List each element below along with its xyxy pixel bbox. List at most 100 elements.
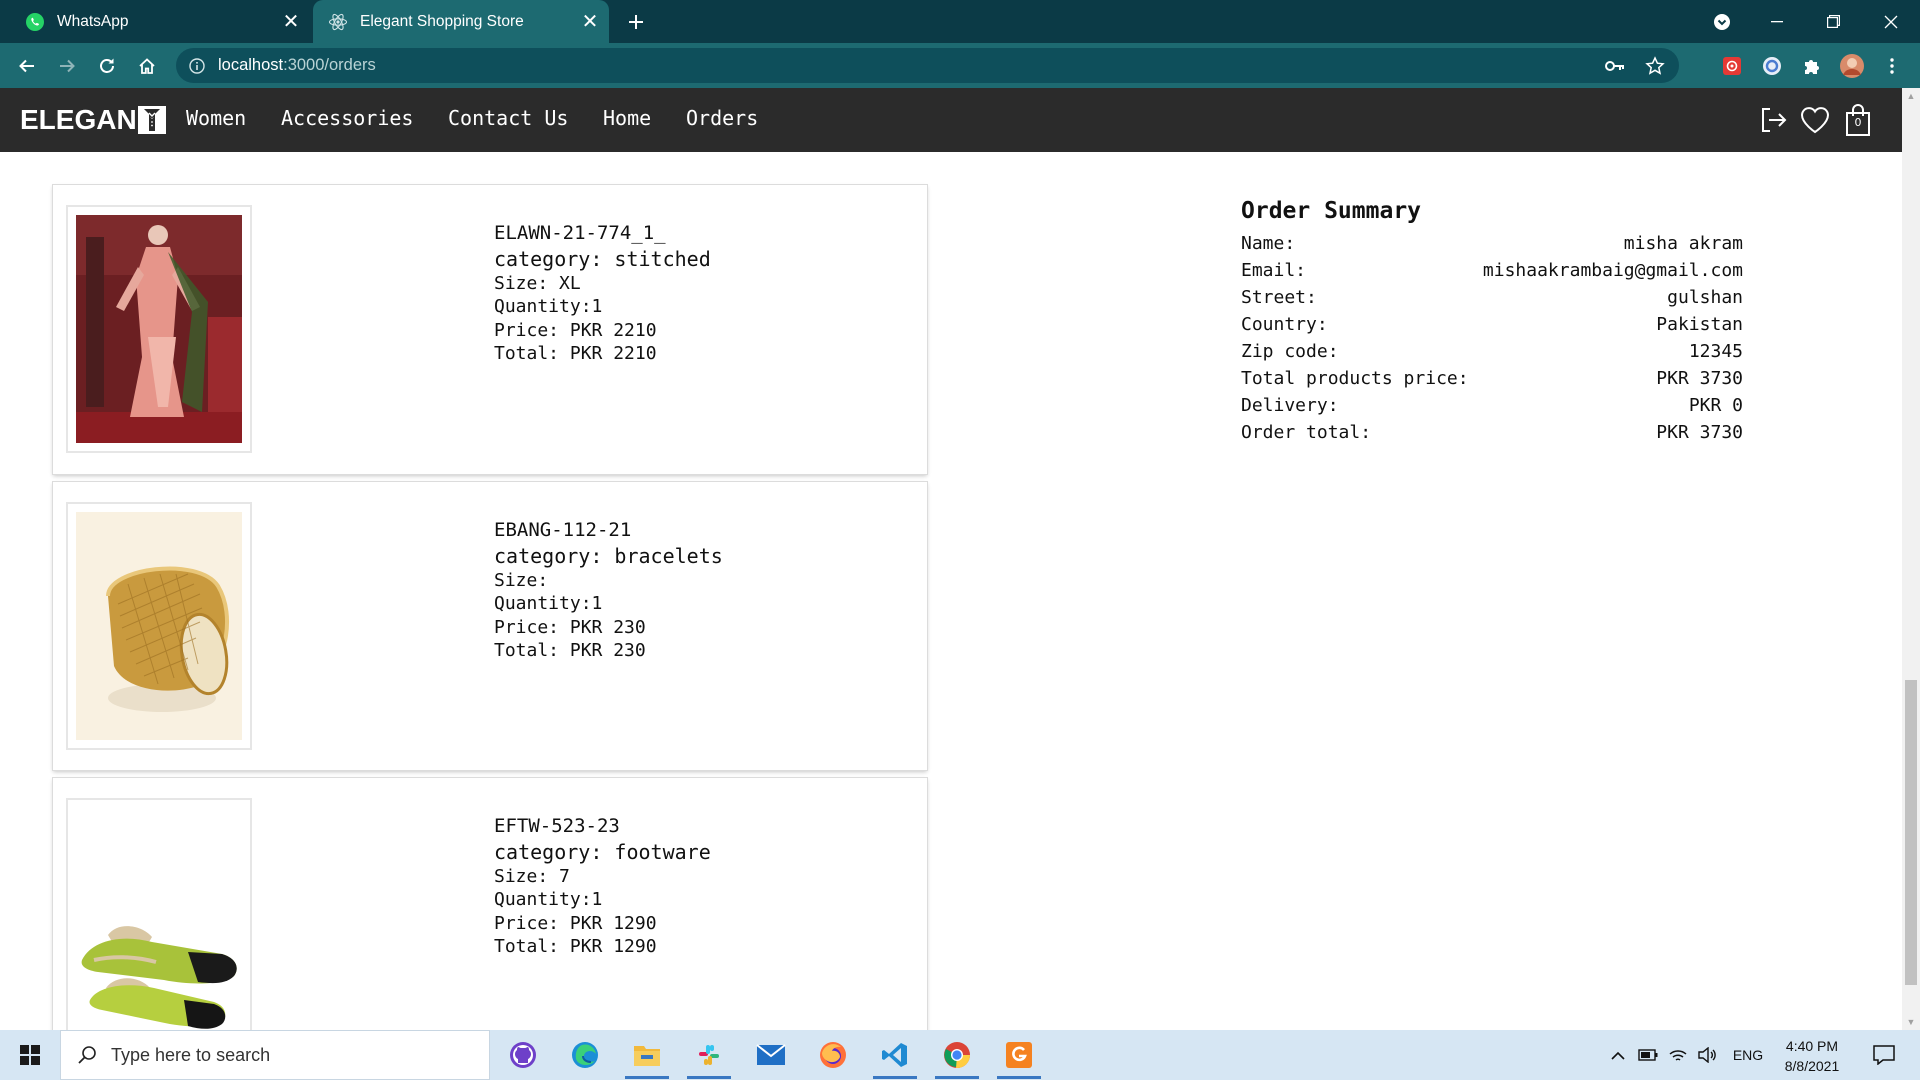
product-size: Size: XL	[494, 272, 581, 294]
windows-taskbar: Type here to search ENG 4:40 PM 8/8/2021	[0, 1030, 1920, 1080]
scroll-down-arrow-icon[interactable]: ▼	[1902, 1014, 1920, 1030]
vscode-icon[interactable]	[867, 1030, 923, 1080]
product-code: EBANG-112-21	[494, 519, 632, 541]
restore-icon[interactable]	[1810, 0, 1856, 43]
product-price: Price: PKR 1290	[494, 912, 657, 934]
summary-row-street: Street: gulshan	[1241, 284, 1743, 311]
summary-value: PKR 3730	[1656, 422, 1743, 443]
close-tab-icon[interactable]: ✕	[278, 9, 304, 35]
react-icon	[327, 11, 349, 33]
product-image-dress[interactable]	[66, 205, 252, 453]
nav-link-women[interactable]: Women	[186, 106, 246, 130]
order-item-card: ELAWN-21-774_1_ category: stitched Size:…	[53, 185, 927, 474]
summary-value: misha akram	[1623, 233, 1743, 254]
order-summary: Order Summary Name: misha akram Email: m…	[1241, 198, 1743, 446]
summary-label: Name:	[1241, 233, 1296, 254]
forward-arrow-icon[interactable]	[51, 50, 83, 82]
battery-icon[interactable]	[1636, 1030, 1660, 1080]
home-icon[interactable]	[131, 50, 163, 82]
order-item-details: EFTW-523-23 category: footware Size: 7 Q…	[494, 815, 711, 959]
summary-label: Zip code:	[1241, 341, 1339, 362]
chrome-icon[interactable]	[929, 1030, 985, 1080]
address-bar[interactable]: localhost:3000/orders	[176, 48, 1679, 83]
site-info-icon[interactable]	[188, 57, 206, 75]
product-quantity: Quantity:1	[494, 593, 603, 614]
tab-whatsapp[interactable]: WhatsApp ✕	[10, 0, 310, 43]
summary-value: PKR 0	[1688, 395, 1743, 416]
nav-link-home[interactable]: Home	[603, 106, 651, 130]
tuxedo-logo-icon	[137, 106, 166, 134]
summary-value: mishaakrambaig@gmail.com	[1482, 260, 1743, 281]
product-total: Total: PKR 1290	[494, 936, 657, 957]
site-logo[interactable]: ELEGAN	[20, 103, 166, 137]
tab-elegant-shopping-store[interactable]: Elegant Shopping Store ✕	[313, 0, 609, 43]
taskbar-clock[interactable]: 4:40 PM 8/8/2021	[1776, 1036, 1848, 1076]
edge-icon[interactable]	[557, 1030, 613, 1080]
summary-value: gulshan	[1667, 287, 1743, 308]
file-explorer-icon[interactable]	[619, 1030, 675, 1080]
nav-link-orders[interactable]: Orders	[686, 106, 758, 130]
browser-toolbar: localhost:3000/orders	[0, 43, 1920, 88]
minimize-icon[interactable]	[1754, 0, 1800, 43]
product-image-shoe[interactable]	[66, 798, 252, 1046]
bookmark-star-icon[interactable]	[1638, 48, 1672, 83]
extensions-puzzle-icon[interactable]	[1796, 50, 1828, 82]
product-size: Size:	[494, 569, 549, 591]
github-desktop-icon[interactable]	[495, 1030, 551, 1080]
order-item-card: EFTW-523-23 category: footware Size: 7 Q…	[53, 778, 927, 1048]
product-quantity: Quantity:1	[494, 889, 603, 910]
close-window-icon[interactable]	[1868, 0, 1914, 43]
new-tab-button[interactable]	[620, 6, 652, 38]
summary-row-zip-code: Zip code: 12345	[1241, 338, 1743, 365]
extension-circle-icon[interactable]	[1756, 50, 1788, 82]
volume-icon[interactable]	[1694, 1030, 1720, 1080]
product-image-bracelet[interactable]	[66, 502, 252, 750]
language-indicator[interactable]: ENG	[1726, 1030, 1770, 1080]
product-quantity: Quantity:1	[494, 296, 603, 317]
pdf-app-icon[interactable]	[991, 1030, 1047, 1080]
back-arrow-icon[interactable]	[11, 50, 43, 82]
logout-icon[interactable]	[1755, 102, 1791, 138]
summary-row-delivery: Delivery: PKR 0	[1241, 392, 1743, 419]
scrollbar-thumb[interactable]	[1905, 680, 1917, 985]
wishlist-heart-icon[interactable]	[1797, 102, 1833, 138]
windows-start-icon[interactable]	[0, 1030, 60, 1080]
wifi-icon[interactable]	[1666, 1030, 1690, 1080]
summary-row-country: Country: Pakistan	[1241, 311, 1743, 338]
mail-icon[interactable]	[743, 1030, 799, 1080]
browser-menu-icon[interactable]	[1876, 50, 1908, 82]
reload-icon[interactable]	[91, 50, 123, 82]
product-price: Price: PKR 230	[494, 616, 646, 638]
product-total: Total: PKR 230	[494, 640, 646, 661]
profile-avatar[interactable]	[1836, 50, 1868, 82]
close-tab-icon[interactable]: ✕	[577, 9, 603, 35]
order-item-card: EBANG-112-21 category: bracelets Size: Q…	[53, 482, 927, 770]
summary-row-order-total: Order total: PKR 3730	[1241, 419, 1743, 446]
summary-label: Country:	[1241, 314, 1328, 335]
firefox-icon[interactable]	[805, 1030, 861, 1080]
nav-link-contact-us[interactable]: Contact Us	[448, 106, 568, 130]
notifications-icon[interactable]	[1864, 1030, 1904, 1080]
url-host: localhost	[218, 56, 284, 74]
summary-label: Delivery:	[1241, 395, 1339, 416]
tab-search-button[interactable]	[1699, 0, 1745, 43]
search-placeholder: Type here to search	[111, 1044, 271, 1065]
slack-icon[interactable]	[681, 1030, 737, 1080]
order-summary-title: Order Summary	[1241, 198, 1422, 224]
nav-link-accessories[interactable]: Accessories	[281, 106, 413, 130]
product-size: Size: 7	[494, 865, 570, 887]
product-code: ELAWN-21-774_1_	[494, 222, 666, 244]
scroll-up-arrow-icon[interactable]: ▲	[1902, 88, 1920, 104]
browser-tab-strip: WhatsApp ✕ Elegant Shopping Store ✕	[0, 0, 1920, 43]
cart-bag-icon[interactable]: 0	[1840, 102, 1876, 138]
taskbar-search-box[interactable]: Type here to search	[60, 1030, 490, 1080]
extension-red-icon[interactable]	[1716, 50, 1748, 82]
tab-title: Elegant Shopping Store	[360, 12, 524, 30]
page-scrollbar[interactable]: ▲ ▼	[1902, 88, 1920, 1030]
product-total: Total: PKR 2210	[494, 343, 657, 364]
product-category: category: footware	[494, 839, 711, 864]
summary-label: Street:	[1241, 287, 1317, 308]
show-hidden-icons-chevron-icon[interactable]	[1606, 1030, 1630, 1080]
key-icon[interactable]	[1598, 48, 1632, 83]
site-navbar: ELEGAN Women Accessories Contact Us Home…	[0, 88, 1902, 152]
